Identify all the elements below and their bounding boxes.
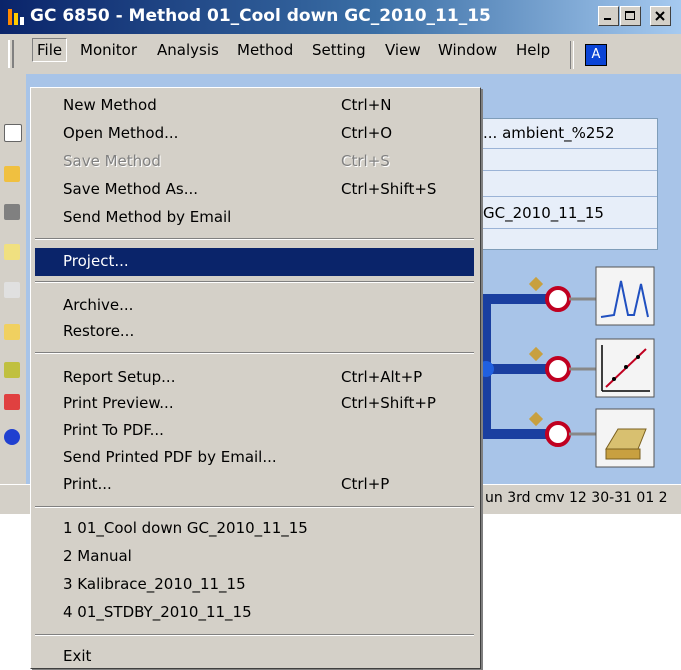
menu-window[interactable]: Window (438, 41, 497, 59)
menu-bar: File Monitor Analysis Method Setting Vie… (0, 34, 681, 74)
menu-method[interactable]: Method (237, 41, 293, 59)
maximize-button[interactable] (620, 6, 641, 26)
toolbar-separator (570, 41, 574, 69)
open-icon[interactable] (4, 166, 20, 182)
instrument-schematic (466, 266, 655, 468)
menu-help[interactable]: Help (516, 41, 550, 59)
tool-icon[interactable] (4, 282, 20, 298)
menu-analysis[interactable]: Analysis (157, 41, 219, 59)
pdf-icon[interactable] (4, 394, 20, 410)
menu-separator (35, 281, 474, 283)
menu-item-print-preview[interactable]: Print Preview... Ctrl+Shift+P (35, 391, 474, 417)
file-menu-dropdown: New Method Ctrl+N Open Method... Ctrl+O … (30, 87, 481, 669)
menu-setting[interactable]: Setting (312, 41, 366, 59)
menu-item-print-to-pdf[interactable]: Print To PDF... (35, 418, 474, 444)
method-info-panel: ... ambient_%252 GC_2010_11_15 (476, 118, 658, 250)
menu-item-save-method-as[interactable]: Save Method As... Ctrl+Shift+S (35, 177, 474, 203)
menu-item-restore[interactable]: Restore... (35, 319, 474, 345)
new-icon[interactable] (4, 124, 22, 142)
menu-item-open-method[interactable]: Open Method... Ctrl+O (35, 121, 474, 147)
connector-lines (569, 297, 596, 436)
menu-item-exit[interactable]: Exit (35, 644, 474, 670)
close-icon (655, 11, 665, 21)
info-icon[interactable] (4, 429, 20, 445)
menu-monitor[interactable]: Monitor (80, 41, 137, 59)
menu-separator (35, 352, 474, 354)
menu-item-send-method-email[interactable]: Send Method by Email (35, 205, 474, 231)
menu-item-project[interactable]: Project... (35, 248, 474, 276)
valve-icon[interactable] (528, 411, 571, 447)
menu-view[interactable]: View (385, 41, 421, 59)
menu-item-recent-2[interactable]: 2 Manual (35, 544, 474, 570)
app-icon (8, 9, 24, 25)
properties-icon[interactable] (4, 244, 20, 260)
close-button[interactable] (650, 6, 671, 26)
printer-icon[interactable] (595, 408, 655, 468)
panel-row: GC_2010_11_15 (477, 197, 657, 229)
folder-icon[interactable] (4, 324, 20, 340)
minimize-button[interactable] (598, 6, 619, 26)
menu-item-recent-3[interactable]: 3 Kalibrace_2010_11_15 (35, 572, 474, 598)
valve-icon[interactable] (528, 346, 571, 382)
left-toolbar (0, 74, 26, 484)
panel-row (477, 171, 657, 197)
pencil-icon[interactable] (4, 362, 20, 378)
title-bar[interactable]: GC 6850 - Method 01_Cool down GC_2010_11… (0, 0, 681, 34)
minimize-icon (604, 18, 611, 20)
window-title: GC 6850 - Method 01_Cool down GC_2010_11… (30, 6, 491, 26)
menu-item-send-printed-pdf[interactable]: Send Printed PDF by Email... (35, 445, 474, 471)
menu-item-print[interactable]: Print... Ctrl+P (35, 472, 474, 498)
panel-row: ... ambient_%252 (477, 119, 657, 149)
menu-item-report-setup[interactable]: Report Setup... Ctrl+Alt+P (35, 365, 474, 391)
save-icon[interactable] (4, 204, 20, 220)
panel-row (477, 149, 657, 171)
menu-separator (35, 506, 474, 508)
panel-row (477, 229, 657, 251)
chromatogram-icon[interactable] (595, 266, 655, 326)
menu-item-save-method: Save Method Ctrl+S (63, 152, 390, 170)
menu-file[interactable]: File (32, 38, 68, 62)
maximize-icon (625, 11, 635, 20)
menu-separator (35, 634, 474, 636)
menu-separator (35, 238, 474, 240)
menubar-grip[interactable] (8, 40, 14, 68)
help-about-icon[interactable]: A (585, 44, 607, 66)
valve-icon[interactable] (528, 276, 571, 312)
menu-item-new-method[interactable]: New Method Ctrl+N (35, 93, 474, 119)
menu-item-recent-4[interactable]: 4 01_STDBY_2010_11_15 (35, 600, 474, 626)
calibration-chart-icon[interactable] (595, 338, 655, 398)
menu-item-archive[interactable]: Archive... (35, 293, 474, 319)
status-text: un 3rd cmv 12 30-31 01 2 (485, 490, 668, 506)
menu-item-recent-1[interactable]: 1 01_Cool down GC_2010_11_15 (35, 516, 474, 542)
